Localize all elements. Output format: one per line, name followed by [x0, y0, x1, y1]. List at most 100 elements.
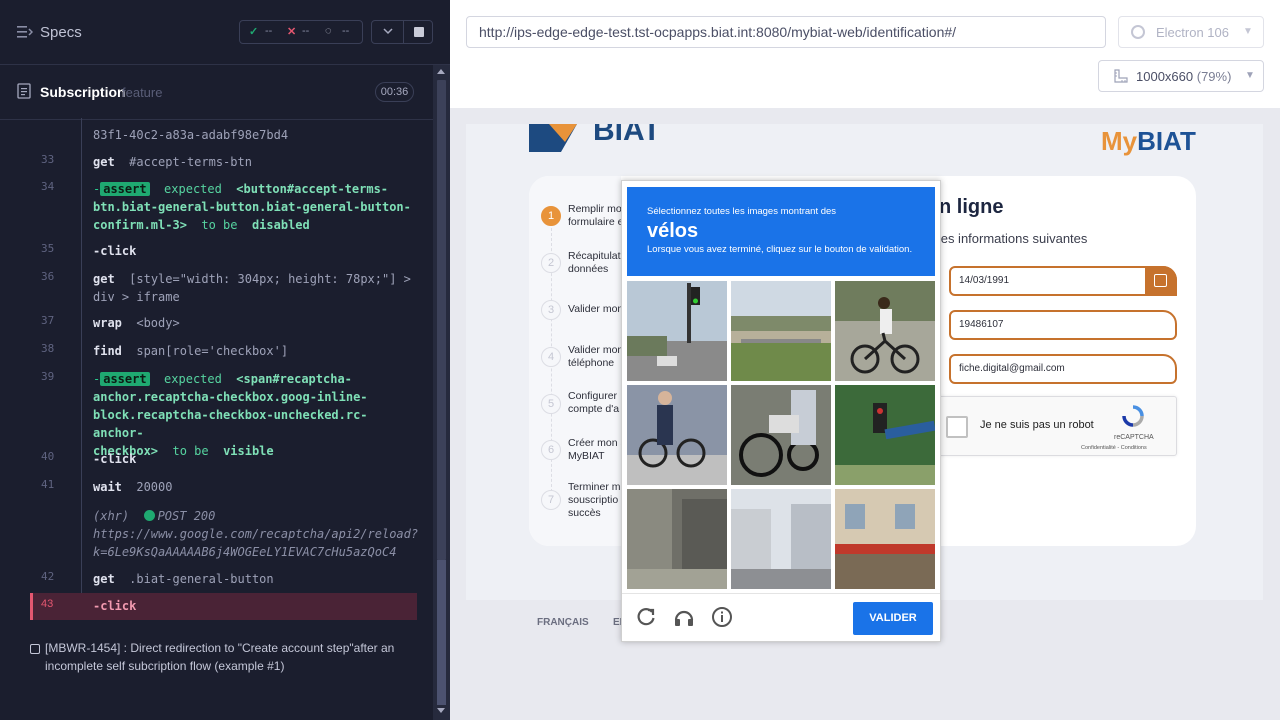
document-icon — [17, 83, 31, 99]
recaptcha-links[interactable]: Confidentialité - Conditions — [1081, 445, 1147, 451]
step-number-active: 1 — [541, 206, 561, 226]
biat-logo-text: BIAT — [593, 124, 661, 147]
language-fr-link[interactable]: FRANÇAIS — [537, 617, 589, 628]
xhr-url: k=6Le9KsQaAAAAAB6j4WOGEeLY1EVAC7cHu5azQo… — [93, 545, 397, 559]
challenge-tile[interactable] — [627, 489, 727, 589]
challenge-tile[interactable] — [731, 281, 831, 381]
line-number: 33 — [41, 153, 55, 166]
step-label: Valider mon — [568, 303, 624, 315]
viewport-size: 1000x660 — [1136, 69, 1194, 84]
assert-tobe: to be — [201, 218, 238, 232]
assert-expected: expected — [164, 372, 222, 386]
log-command: wait — [93, 480, 122, 494]
test-status-checkbox-icon — [30, 644, 40, 654]
scrollbar-thumb-lower[interactable] — [437, 560, 446, 705]
log-command: find — [93, 344, 122, 358]
log-line-43-failed[interactable]: 43 -click — [30, 593, 417, 620]
step-label: Configurer compte d'a — [568, 390, 620, 415]
recaptcha-checkbox[interactable] — [946, 416, 968, 438]
audio-icon[interactable] — [673, 606, 695, 628]
line-number: 39 — [41, 370, 55, 383]
assert-element: block.recaptcha-checkbox-unchecked.rc-an… — [93, 408, 368, 440]
form-title: n ligne — [939, 196, 1004, 218]
step-number: 6 — [541, 440, 561, 460]
scroll-up-icon[interactable] — [437, 69, 445, 74]
scrollbar-thumb[interactable] — [437, 80, 446, 560]
xhr-status: POST 200 — [157, 509, 216, 523]
feature-tag: feature — [122, 85, 163, 100]
failed-count: -- — [302, 25, 310, 37]
challenge-hint: Lorsque vous avez terminé, cliquez sur l… — [647, 244, 913, 255]
scroll-down-icon[interactable] — [437, 708, 445, 713]
stop-icon[interactable] — [414, 27, 424, 37]
log-command: get — [93, 272, 115, 286]
chevron-down-icon[interactable] — [381, 24, 395, 38]
step-label: Remplir mo formulaire e — [568, 203, 624, 228]
pending-count: -- — [342, 25, 350, 37]
log-arg: div > iframe — [93, 290, 180, 304]
recaptcha-logo-icon — [1122, 405, 1144, 427]
log-arg: [style="width: 304px; height: 78px;"] > — [129, 272, 411, 286]
specs-label[interactable]: Specs — [40, 24, 82, 41]
specs-list-icon[interactable] — [17, 25, 33, 39]
log-command: -click — [93, 599, 137, 613]
challenge-tile[interactable] — [835, 489, 935, 589]
challenge-tile[interactable] — [731, 489, 831, 589]
log-text: 83f1-40c2-a83a-adabf98e7bd4 — [93, 128, 289, 142]
birth-date-field[interactable]: 14/03/1991 — [949, 266, 1177, 296]
challenge-tile[interactable] — [835, 385, 935, 485]
assert-element: <button#accept-terms- — [236, 182, 389, 196]
challenge-tile[interactable] — [835, 281, 935, 381]
biat-logo: BIAT — [529, 124, 661, 152]
electron-icon — [1131, 25, 1145, 39]
info-icon[interactable] — [711, 606, 733, 628]
reload-icon[interactable] — [635, 606, 657, 628]
browser-label: Electron 106 — [1156, 25, 1229, 40]
calendar-icon — [1154, 274, 1167, 287]
log-arg: span[role='checkbox'] — [136, 344, 289, 358]
verify-button[interactable]: VALIDER — [853, 602, 933, 635]
challenge-tile[interactable] — [627, 281, 727, 381]
recaptcha-challenge: Sélectionnez toutes les images montrant … — [621, 180, 941, 642]
assert-badge: assert — [100, 182, 150, 196]
browser-selector[interactable]: Electron 106 ▼ — [1118, 16, 1264, 48]
line-number: 37 — [41, 314, 55, 327]
step-number: 2 — [541, 253, 561, 273]
bike-closeup-image — [731, 385, 831, 485]
recaptcha-widget: Je ne suis pas un robot reCAPTCHA Confid… — [933, 396, 1177, 456]
assert-element: <span#recaptcha- — [236, 372, 352, 386]
step-number: 7 — [541, 490, 561, 510]
recaptcha-label: Je ne suis pas un robot — [980, 419, 1094, 431]
email-value: fiche.digital@gmail.com — [959, 363, 1065, 374]
viewport-selector[interactable]: 1000x660 (79%) ▼ — [1098, 60, 1264, 92]
step-label: Terminer m souscriptio succès — [568, 481, 621, 519]
assert-element: anchor.recaptcha-checkbox.goog-inline- — [93, 390, 368, 404]
ruler-icon — [1114, 69, 1128, 83]
brand-biat: BIAT — [1137, 126, 1196, 156]
command-log: 83f1-40c2-a83a-adabf98e7bd4 33 get #acce… — [30, 108, 418, 628]
line-number: 41 — [41, 478, 55, 491]
assert-state: disabled — [251, 218, 310, 232]
calendar-button[interactable] — [1145, 266, 1177, 296]
line-number: 40 — [41, 450, 55, 463]
challenge-tile[interactable] — [731, 385, 831, 485]
traffic-sign-trees-image — [835, 385, 935, 485]
test-runner-panel: Specs ✓ -- ✕ -- ◌ -- Subscription featur… — [0, 0, 450, 720]
log-command: -click — [93, 452, 137, 466]
birth-date-value: 14/03/1991 — [959, 275, 1010, 286]
id-number-field[interactable]: 19486107 — [949, 310, 1177, 340]
log-arg: #accept-terms-btn — [129, 155, 252, 169]
log-command: wrap — [93, 316, 122, 330]
challenge-tile[interactable] — [627, 385, 727, 485]
email-field[interactable]: fiche.digital@gmail.com — [949, 354, 1177, 384]
step-label: Valider mon téléphone — [568, 344, 624, 369]
traffic-light-street-image — [627, 281, 727, 381]
bridge-landscape-image — [731, 281, 831, 381]
building-street-image — [627, 489, 727, 589]
log-indent-bar — [81, 118, 82, 600]
challenge-header: Sélectionnez toutes les images montrant … — [627, 187, 935, 276]
url-bar[interactable]: http://ips-edge-edge-test.tst-ocpapps.bi… — [466, 16, 1106, 48]
challenge-keyword: vélos — [647, 220, 699, 242]
log-arg: .biat-general-button — [129, 572, 274, 586]
chevron-down-icon: ▼ — [1245, 70, 1255, 81]
